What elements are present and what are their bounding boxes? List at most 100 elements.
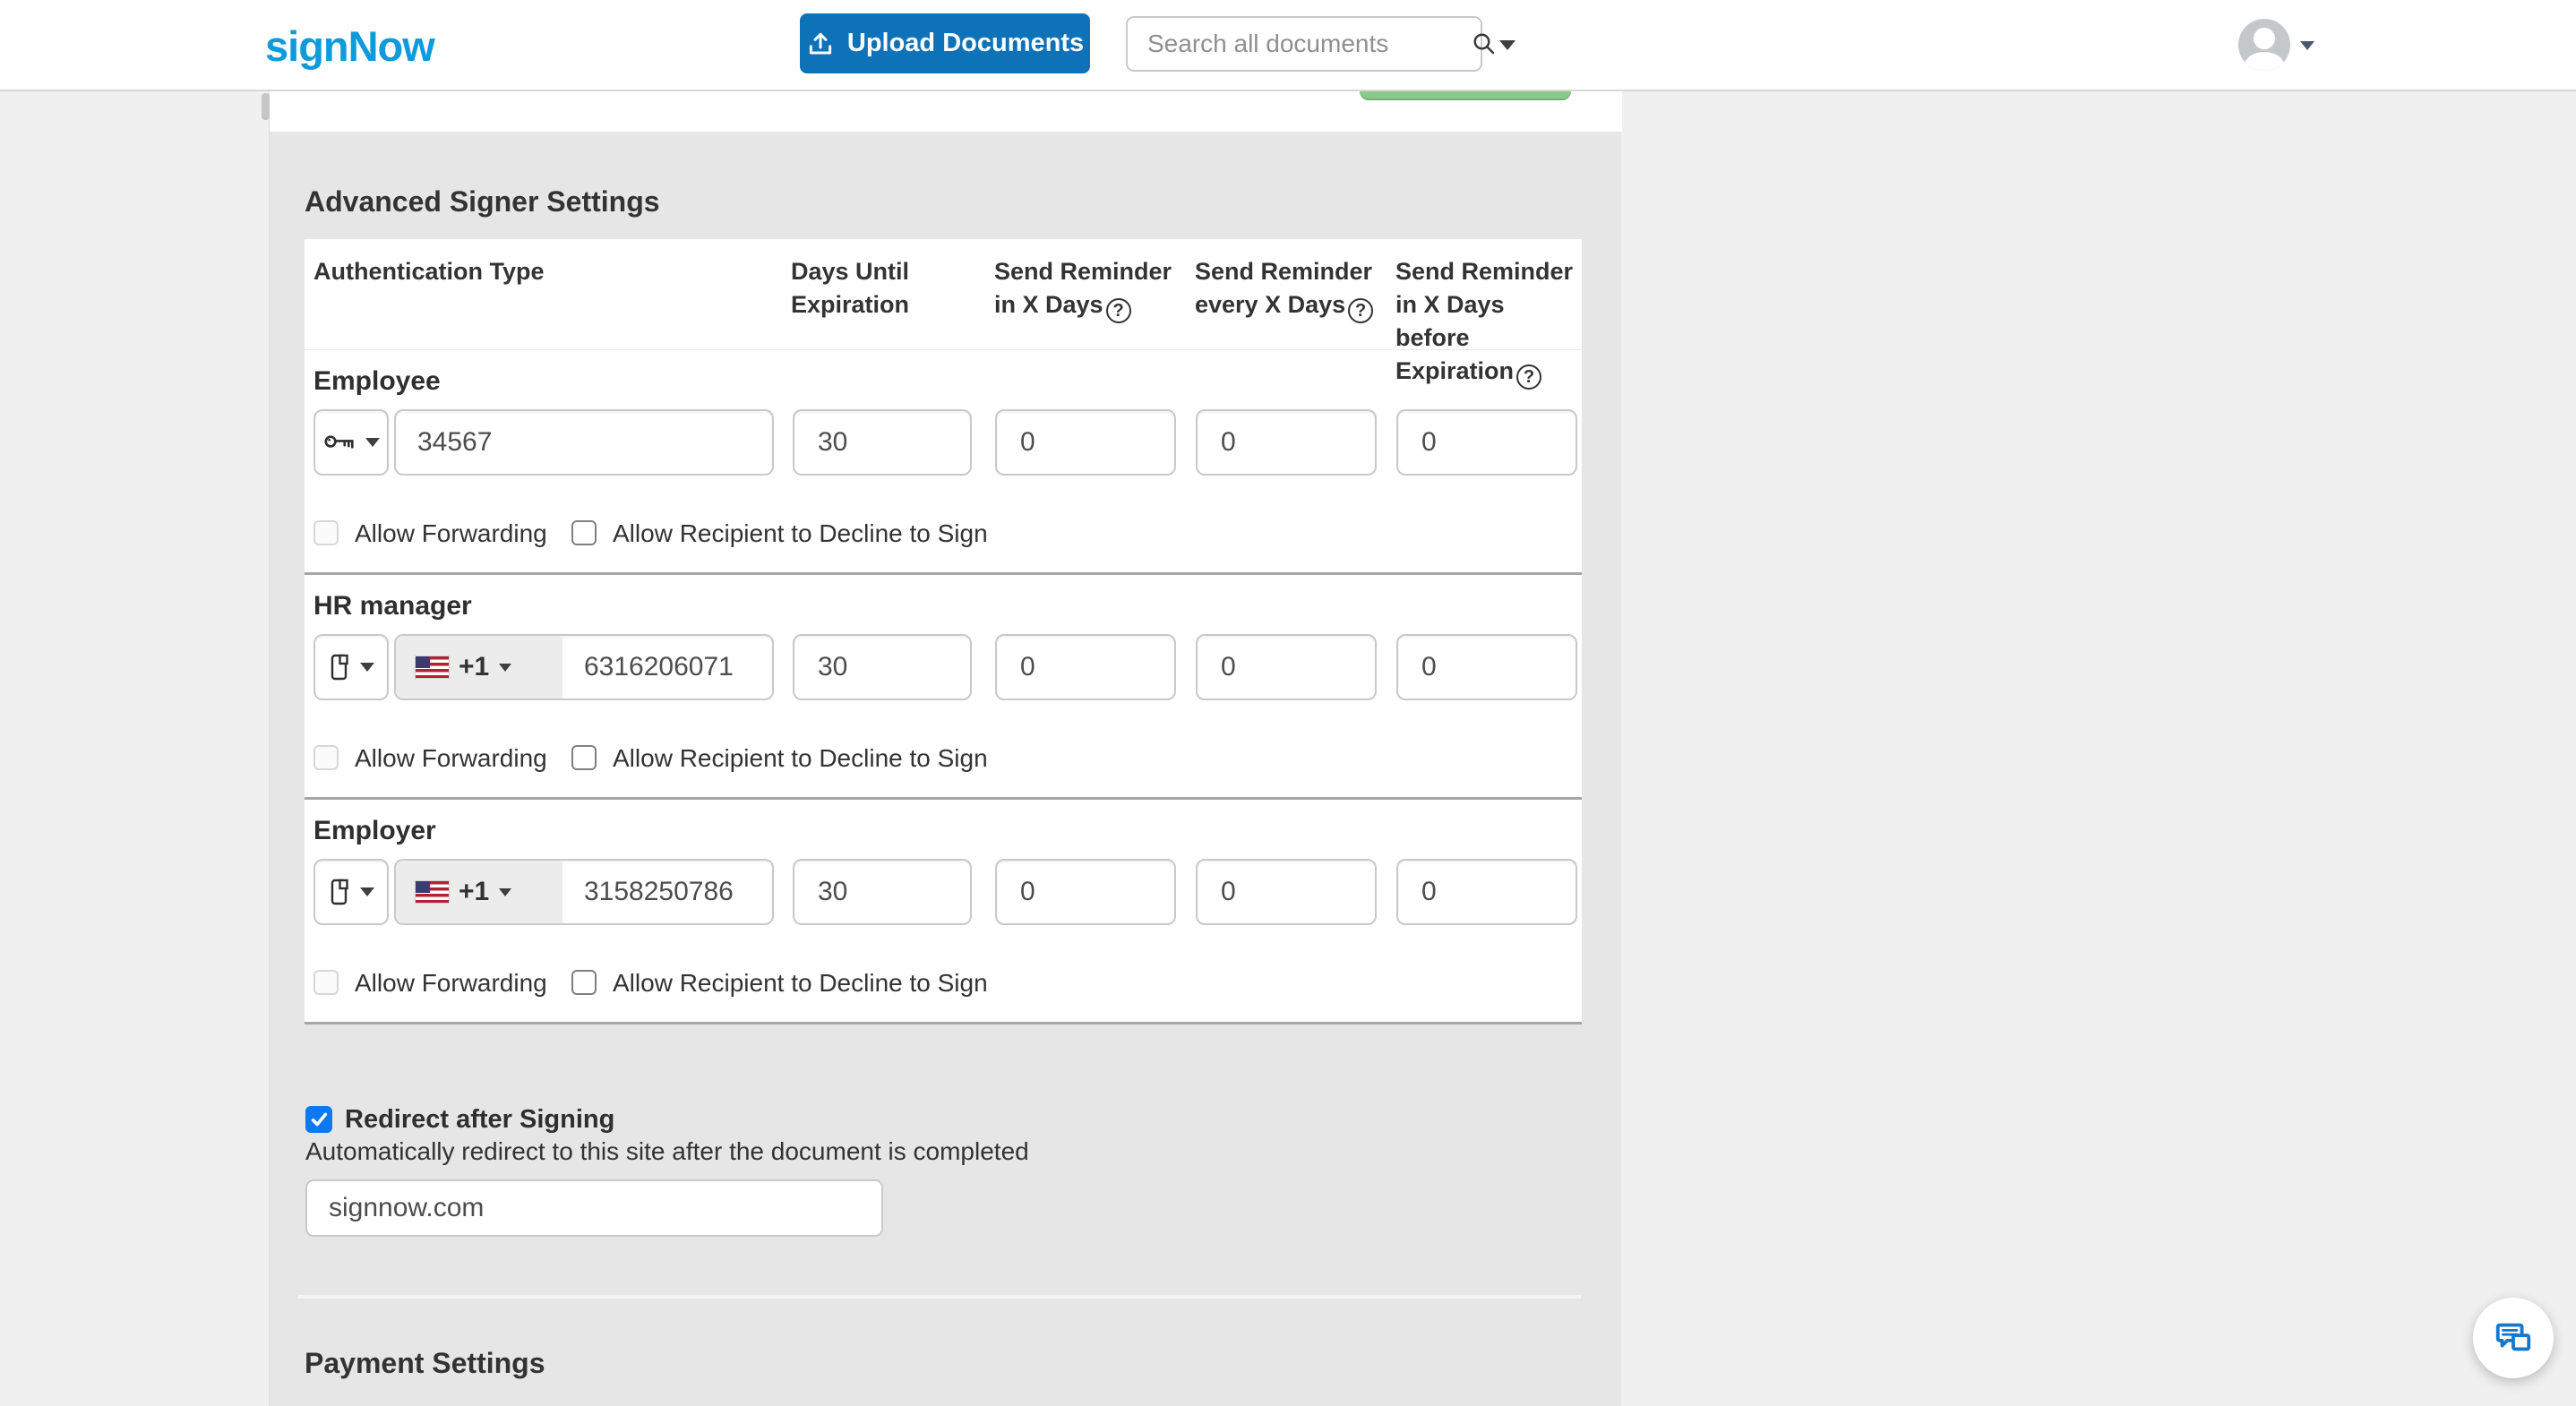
signer-name: Employee <box>313 366 441 396</box>
chat-fab-button[interactable] <box>2473 1298 2554 1378</box>
previous-section-bottom <box>262 91 1622 132</box>
check-icon <box>311 1112 328 1127</box>
auth-type-dropdown[interactable] <box>313 859 389 925</box>
col-authentication-type: Authentication Type <box>313 258 545 285</box>
signer-name: Employer <box>313 816 436 845</box>
country-code: +1 <box>459 652 490 682</box>
days-until-expiration-field <box>793 634 972 700</box>
allow-decline-label: Allow Recipient to Decline to Sign <box>613 744 988 772</box>
green-button-partially-visible[interactable] <box>1360 91 1571 100</box>
chevron-down-icon <box>499 663 512 672</box>
reminder-in-days-input[interactable] <box>997 636 1174 699</box>
search-icon[interactable] <box>1471 30 1498 57</box>
allow-forwarding-label: Allow Forwarding <box>355 519 547 547</box>
signer-name: HR manager <box>313 591 472 621</box>
days-until-expiration-field <box>793 859 972 925</box>
allow-forwarding-checkbox[interactable] <box>313 970 339 995</box>
days-until-expiration-input[interactable] <box>794 411 970 474</box>
reminder-every-days-field <box>1196 859 1377 925</box>
reminder-before-expiration-input[interactable] <box>1398 411 1576 474</box>
advanced-signer-settings-title: Advanced Signer Settings <box>305 185 660 218</box>
upload-icon <box>809 32 832 54</box>
allow-decline-label: Allow Recipient to Decline to Sign <box>613 969 988 997</box>
reminder-in-days-field <box>995 859 1176 925</box>
chevron-down-icon <box>359 663 374 672</box>
signer-row-employee: Employee 34567 30 0 0 0 Allow Forwarding… <box>305 350 1582 575</box>
page: signNow Upload Documents Advanced Signer… <box>0 0 2576 1406</box>
reminder-in-days-field <box>995 409 1176 476</box>
help-icon[interactable] <box>1105 298 1131 323</box>
reminder-every-days-input[interactable] <box>1198 636 1375 699</box>
checkbox-row: Allow Forwarding Allow Recipient to Decl… <box>305 745 1582 774</box>
days-until-expiration-input[interactable] <box>794 636 970 699</box>
table-header-row: Authentication Type Days Until Expiratio… <box>305 239 1582 390</box>
allow-forwarding-checkbox[interactable] <box>313 745 339 770</box>
section-divider <box>298 1295 1581 1299</box>
account-menu-caret-icon[interactable] <box>2300 41 2314 50</box>
signer-settings-table: Authentication Type Days Until Expiratio… <box>305 239 1582 1024</box>
settings-panel: Advanced Signer Settings Authentication … <box>262 91 1622 1406</box>
upload-button-label: Upload Documents <box>846 29 1085 57</box>
auth-value-field <box>394 409 774 476</box>
col-send-reminder-in-x-days: Send Reminder in X Days <box>994 255 1179 323</box>
allow-decline-checkbox[interactable] <box>571 970 597 995</box>
auth-type-dropdown[interactable] <box>313 409 389 476</box>
avatar[interactable] <box>2238 19 2290 71</box>
reminder-every-days-input[interactable] <box>1198 411 1375 474</box>
allow-forwarding-checkbox[interactable] <box>313 520 339 545</box>
search-box <box>1126 16 1495 72</box>
redirect-url-field <box>305 1179 883 1237</box>
allow-decline-checkbox[interactable] <box>571 745 597 770</box>
phone-field: +1 <box>394 859 774 925</box>
phone-icon <box>331 879 348 905</box>
search-input[interactable] <box>1128 30 1471 58</box>
chevron-down-icon <box>365 438 380 447</box>
search-options-caret-icon[interactable] <box>1499 40 1516 50</box>
payment-settings-title: Payment Settings <box>305 1347 545 1379</box>
days-until-expiration-input[interactable] <box>794 861 970 923</box>
key-icon <box>323 435 354 449</box>
allow-forwarding-label: Allow Forwarding <box>355 744 547 772</box>
reminder-in-days-input[interactable] <box>997 411 1174 474</box>
person-icon <box>2254 28 2275 49</box>
us-flag-icon <box>415 656 450 679</box>
allow-decline-label: Allow Recipient to Decline to Sign <box>613 519 988 547</box>
redirect-after-signing-label: Redirect after Signing <box>345 1105 615 1134</box>
reminder-before-expiration-input[interactable] <box>1398 636 1576 699</box>
reminder-every-days-input[interactable] <box>1198 861 1375 923</box>
col-send-reminder-every-x-days: Send Reminder every X Days <box>1195 255 1392 323</box>
country-code: +1 <box>459 877 490 906</box>
country-code-dropdown[interactable]: +1 <box>396 636 562 699</box>
reminder-in-days-input[interactable] <box>997 861 1174 923</box>
top-navbar: signNow Upload Documents <box>0 0 2576 91</box>
redirect-url-input[interactable] <box>307 1181 881 1235</box>
checkbox-row: Allow Forwarding Allow Recipient to Decl… <box>305 520 1582 549</box>
days-until-expiration-field <box>793 409 972 476</box>
phone-field: +1 <box>394 634 774 700</box>
auth-value-input[interactable] <box>396 411 772 474</box>
reminder-every-days-field <box>1196 409 1377 476</box>
phone-number-input[interactable] <box>562 861 772 923</box>
phone-icon <box>331 654 348 681</box>
redirect-after-signing-checkbox[interactable] <box>305 1106 332 1133</box>
allow-forwarding-label: Allow Forwarding <box>355 969 547 997</box>
phone-number-input[interactable] <box>562 636 772 699</box>
upload-documents-button[interactable]: Upload Documents <box>800 13 1090 73</box>
us-flag-icon <box>415 880 450 904</box>
reminder-before-expiration-input[interactable] <box>1398 861 1576 923</box>
auth-type-dropdown[interactable] <box>313 634 389 700</box>
country-code-dropdown[interactable]: +1 <box>396 861 562 923</box>
chat-icon <box>2495 1323 2531 1351</box>
col-days-until-expiration: Days Until Expiration <box>791 258 910 318</box>
signnow-logo[interactable]: signNow <box>265 21 435 71</box>
reminder-before-expiration-field <box>1396 859 1577 925</box>
chevron-down-icon <box>359 887 374 896</box>
allow-decline-checkbox[interactable] <box>571 520 597 545</box>
reminder-in-days-field <box>995 634 1176 700</box>
reminder-every-days-field <box>1196 634 1377 700</box>
checkbox-row: Allow Forwarding Allow Recipient to Decl… <box>305 970 1582 999</box>
scrollbar-thumb[interactable] <box>262 93 270 120</box>
reminder-before-expiration-field <box>1396 634 1577 700</box>
chevron-down-icon <box>499 887 512 896</box>
help-icon[interactable] <box>1348 298 1374 323</box>
